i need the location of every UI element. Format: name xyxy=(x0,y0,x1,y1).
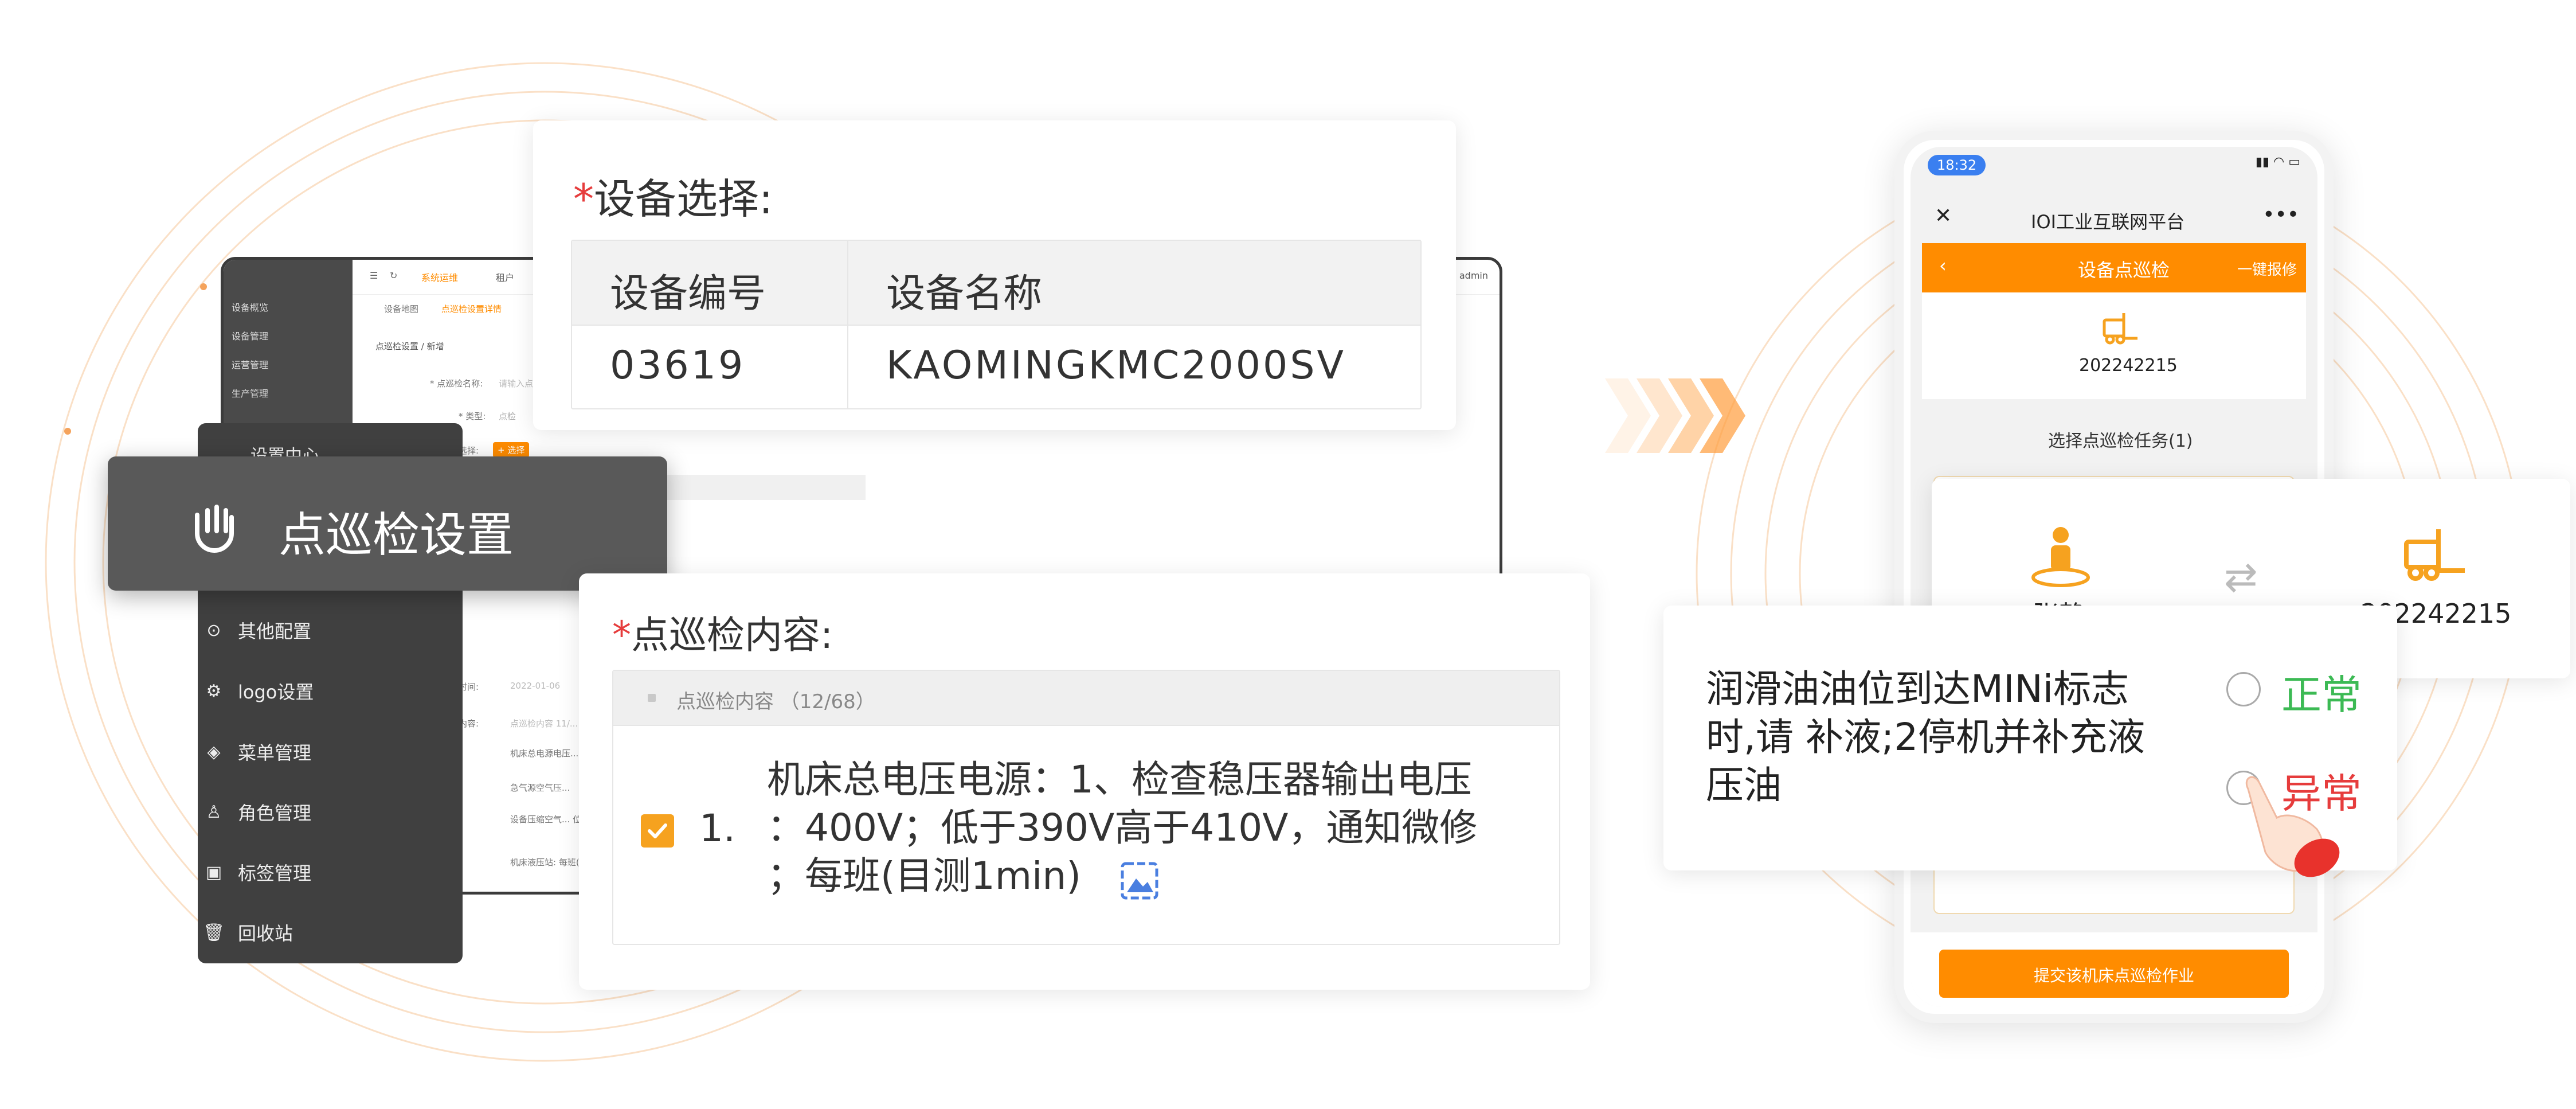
role-icon: ♙ xyxy=(206,802,222,822)
check-text-line: 润滑油油位到达MINi标志 xyxy=(1706,667,2129,711)
content-list-count: 点巡检内容 （12/68） xyxy=(676,690,875,713)
select-button[interactable]: + 选择 xyxy=(493,442,530,458)
forklift-icon xyxy=(2103,313,2137,345)
menu-item-label: 标签管理 xyxy=(238,862,312,884)
sidebar-item-operation[interactable]: 运营管理 xyxy=(232,357,268,371)
type-label: * 类型: xyxy=(459,411,486,421)
person-icon xyxy=(2031,527,2090,587)
quick-repair-link[interactable]: 一键报修 xyxy=(2237,258,2297,279)
layers-icon: ◈ xyxy=(207,741,221,762)
check-item-card: 润滑油油位到达MINi标志 时,请 补液;2停机并补充液 压油 正常 异常 xyxy=(1663,606,2397,877)
menu-icon[interactable]: ☰ xyxy=(370,270,378,281)
image-icon[interactable] xyxy=(1119,860,1160,901)
device-table: 设备编号 设备名称 03619 KAOMINGKMC2000SV xyxy=(571,240,1422,409)
inspection-content-title: *点巡检内容: xyxy=(612,613,833,657)
phone-navbar: ‹ 设备点巡检 一键报修 xyxy=(1922,243,2306,292)
device-name-cell[interactable]: KAOMINGKMC2000SV xyxy=(886,343,1346,388)
logo-settings-icon: ⚙ xyxy=(206,681,222,701)
device-code-cell[interactable]: 03619 xyxy=(610,343,745,388)
more-circle-icon: ⊙ xyxy=(206,620,221,641)
trash-icon: 🗑 xyxy=(202,922,225,943)
breadcrumb: 点巡检设置 / 新增 xyxy=(375,341,444,352)
item-text-line: 机床总电压电源：1、检查稳压器输出电压 xyxy=(767,757,1472,802)
check-text-line: 压油 xyxy=(1706,763,1782,807)
flow-arrows-icon xyxy=(1605,378,1745,453)
tab-device-map[interactable]: 设备地图 xyxy=(384,303,418,315)
normal-label[interactable]: 正常 xyxy=(2281,663,2362,721)
back-icon[interactable]: ‹ xyxy=(1939,255,1947,276)
submit-button[interactable]: 提交该机床点巡检作业 xyxy=(1939,950,2289,998)
column-header-device-name: 设备名称 xyxy=(886,271,1043,317)
menu-item-role-manage[interactable]: ♙ 角色管理 xyxy=(206,799,312,825)
menu-item-label: 其他配置 xyxy=(238,620,312,642)
tab-inspection-detail[interactable]: 点巡检设置详情 xyxy=(441,303,502,315)
device-id: 202242215 xyxy=(2079,356,2178,376)
menu-item-label: logo设置 xyxy=(238,681,314,703)
sidebar-item-device-manage[interactable]: 设备管理 xyxy=(232,329,268,342)
status-time: 18:32 xyxy=(1928,155,1986,175)
item-text-line: ：400V；低于390V高于410V，通知微修 xyxy=(767,806,1478,850)
header-checkbox[interactable] xyxy=(648,694,656,702)
sidebar-item-production[interactable]: 生产管理 xyxy=(232,386,268,400)
menu-item-recycle-bin[interactable]: 🗑 回收站 xyxy=(203,919,293,946)
type-select[interactable]: 点检 xyxy=(499,410,516,422)
inspection-content-card: *点巡检内容: 点巡检内容 （12/68） 1. 机床总电压电源：1、检查稳压器… xyxy=(579,573,1590,990)
swap-icon[interactable]: ⇄ xyxy=(2224,553,2258,600)
task-label: 选择点巡检任务(1) xyxy=(2048,431,2193,451)
item-checkbox[interactable] xyxy=(641,814,674,848)
app-title: IOI工业互联网平台 xyxy=(2031,211,2185,233)
device-select-card: *设备选择: 设备编号 设备名称 03619 KAOMINGKMC2000SV xyxy=(533,120,1456,430)
content-item[interactable]: 急气源空气压... xyxy=(510,782,570,794)
inspection-content-list: 点巡检内容 （12/68） 1. 机床总电压电源：1、检查稳压器输出电压 ：40… xyxy=(612,670,1560,945)
time-input[interactable]: 2022-01-06 xyxy=(510,681,560,691)
sidebar-item-device-overview[interactable]: 设备概览 xyxy=(232,300,268,314)
tag-icon: ▣ xyxy=(205,862,222,882)
pointer-hand-icon xyxy=(2245,776,2340,877)
menu-item-label: 角色管理 xyxy=(238,802,312,824)
inspection-settings-banner[interactable]: 点巡检设置 xyxy=(108,456,667,591)
menu-item-label: 回收站 xyxy=(238,923,293,944)
menu-item-other-config[interactable]: ⊙ 其他配置 xyxy=(206,617,312,643)
refresh-icon[interactable]: ↻ xyxy=(390,270,397,281)
column-header-device-code: 设备编号 xyxy=(610,271,766,317)
content-header: 点巡检内容 11/... xyxy=(510,718,578,729)
phone-nav-title: 设备点巡检 xyxy=(2078,259,2170,281)
device-info: 202242215 xyxy=(1922,292,2306,399)
name-label: * 点巡检名称: xyxy=(430,378,483,389)
check-text-line: 时,请 补液;2停机并补充液 xyxy=(1706,715,2146,759)
status-icons: ▮▮ ◠ ▭ xyxy=(2255,155,2300,169)
item-text-line: ；每班(目测1min) xyxy=(767,854,1081,898)
user-menu[interactable]: admin xyxy=(1459,270,1488,281)
normal-radio[interactable] xyxy=(2226,672,2261,706)
device-select-title: *设备选择: xyxy=(573,175,773,223)
item-number: 1. xyxy=(699,806,735,850)
banner-title: 点巡检设置 xyxy=(279,508,514,563)
tab-tenant[interactable]: 租户 xyxy=(496,270,514,284)
menu-item-menu-manage[interactable]: ◈ 菜单管理 xyxy=(207,739,312,765)
menu-item-logo[interactable]: ⚙ logo设置 xyxy=(206,678,314,704)
menu-item-label: 菜单管理 xyxy=(238,742,312,764)
close-icon[interactable]: ✕ xyxy=(1935,204,1952,228)
more-icon[interactable]: ••• xyxy=(2262,203,2299,227)
forklift-icon xyxy=(2404,529,2465,581)
menu-item-tag-manage[interactable]: ▣ 标签管理 xyxy=(206,859,312,885)
inspection-hand-icon xyxy=(195,505,234,553)
tab-system-ops[interactable]: 系统运维 xyxy=(421,270,458,284)
